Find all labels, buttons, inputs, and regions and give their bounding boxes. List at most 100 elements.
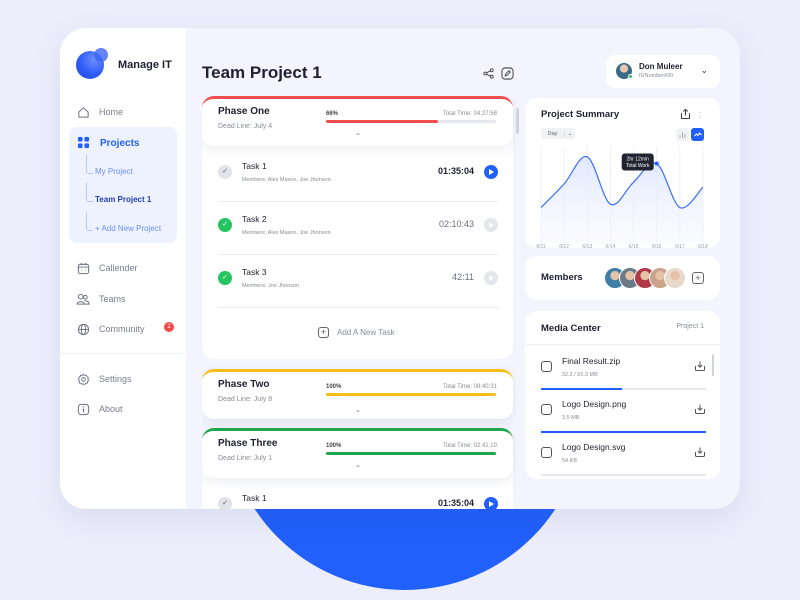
file-progress-fill [541, 431, 706, 433]
sidebar-item-label: Home [99, 107, 124, 117]
app-window: Manage IT Home Projects My Project Team … [60, 28, 740, 509]
sidebar-item-home[interactable]: Home [76, 105, 123, 119]
x-tick-label: 6/13 [582, 244, 592, 248]
phase-progress-label: 66% [326, 111, 339, 117]
user-menu[interactable]: Don Muleer IDNumber#00 ⌄ [606, 55, 720, 88]
sidebar: Manage IT Home Projects My Project Team … [60, 28, 186, 509]
phases-scrollbar[interactable] [516, 108, 519, 134]
sidebar-item-label: Projects [100, 137, 140, 149]
phase-card: Phase Two Dead Line: July 8 100% Total T… [202, 369, 513, 419]
play-icon[interactable] [484, 271, 498, 285]
file-size: 54 KB [562, 458, 577, 464]
phase-progress-label: 100% [326, 384, 342, 390]
phase-progress-fill [326, 393, 496, 396]
task-row: ✓ Task 3 Members: Joe Jhonson 42:11 [218, 255, 498, 308]
members-panel: Members + [525, 256, 720, 300]
file-progress-bar [541, 474, 706, 476]
edit-icon[interactable] [500, 66, 514, 80]
plus-icon: + [318, 327, 329, 338]
member-avatars[interactable] [604, 267, 686, 289]
sidebar-item-about[interactable]: About [76, 402, 123, 416]
download-icon[interactable] [694, 359, 706, 371]
user-name: Don Muleer [639, 62, 683, 71]
work-line-chart: 6/11 6/12 6/13 6/14 6/15 6/16 6/17 6/18 2hr 12m… [536, 146, 708, 248]
tooltip-caption: Total Work [626, 163, 650, 169]
phase-header[interactable]: Phase One Dead Line: July 4 66% Total Ti… [202, 96, 513, 146]
task-name: Task 1 [242, 161, 267, 171]
check-icon[interactable]: ✓ [218, 497, 232, 509]
sidebar-item-label: About [99, 404, 123, 414]
play-icon[interactable] [484, 497, 498, 509]
add-task-button[interactable]: + Add A New Task [318, 327, 395, 338]
share-icon[interactable] [481, 66, 495, 80]
phase-header[interactable]: Phase Two Dead Line: July 8 100% Total T… [202, 369, 513, 419]
calendar-icon [76, 261, 90, 275]
play-icon[interactable] [484, 165, 498, 179]
file-icon [541, 447, 552, 458]
chevron-up-icon[interactable]: ⌃ [352, 132, 364, 141]
file-icon [541, 361, 552, 372]
file-progress-fill [541, 388, 622, 390]
tooltip-value: 2hr 12min [627, 157, 649, 163]
file-item[interactable]: Final Result.zip 32.2 / 65.3 MB [541, 348, 706, 390]
phase-header[interactable]: Phase Three Dead Line: July 1 100% Total… [202, 428, 513, 478]
file-name: Final Result.zip [562, 356, 621, 366]
phase-progress-label: 100% [326, 443, 342, 449]
check-icon[interactable]: ✓ [218, 218, 232, 232]
highlighted-data-point[interactable] [654, 161, 659, 166]
play-icon[interactable] [484, 218, 498, 232]
user-id: IDNumber#00 [639, 73, 674, 79]
task-time: 42:11 [452, 272, 474, 282]
sidebar-item-teams[interactable]: Teams [76, 292, 126, 306]
teams-icon [76, 292, 90, 306]
chevron-down-icon[interactable]: ⌄ [352, 405, 364, 414]
check-icon[interactable]: ✓ [218, 271, 232, 285]
media-divider [525, 344, 720, 345]
download-icon[interactable] [694, 445, 706, 457]
chart-area-fill [541, 156, 703, 243]
chart-tooltip: 2hr 12min Total Work [621, 153, 654, 171]
file-size: 32.2 / 65.3 MB [562, 372, 598, 378]
app-name: Manage IT [118, 59, 172, 71]
globe-icon [76, 322, 90, 336]
sidebar-item-label: Teams [99, 294, 126, 304]
chevron-down-icon[interactable]: ⌄ [700, 65, 708, 76]
sidebar-item-calendar[interactable]: Callender [76, 261, 138, 275]
projects-group: Projects My Project Team Project 1 + Add… [69, 127, 177, 243]
project-link-my-project[interactable]: My Project [86, 155, 133, 176]
task-members: Members: Alex Mason, Joe Jhonson [242, 177, 331, 183]
file-progress-bar [541, 431, 706, 433]
task-time: 01:35:04 [437, 498, 474, 508]
media-scrollbar[interactable] [712, 354, 714, 376]
phase-card: Phase One Dead Line: July 4 66% Total Ti… [202, 96, 513, 359]
member-avatar[interactable] [664, 267, 686, 289]
check-icon[interactable]: ✓ [218, 165, 232, 179]
file-item[interactable]: Logo Design.svg 54 KB [541, 434, 706, 476]
phase-progress-fill [326, 452, 496, 455]
task-row: ✓ Task 1 Members: Alex Mason, Joe Jhonso… [218, 149, 498, 202]
x-tick-label: 6/15 [629, 244, 639, 248]
page-title: Team Project 1 [202, 63, 322, 82]
file-item[interactable]: Logo Design.png 3.5 MB [541, 391, 706, 433]
chevron-up-icon[interactable]: ⌃ [352, 464, 364, 473]
logo-icon [76, 48, 108, 79]
sidebar-item-settings[interactable]: Settings [76, 372, 132, 386]
x-tick-label: 6/14 [606, 244, 616, 248]
add-task-label: Add A New Task [337, 328, 395, 337]
task-time: 02:10:43 [438, 219, 474, 229]
sidebar-item-projects[interactable]: Projects [77, 136, 139, 150]
logo[interactable]: Manage IT [76, 48, 172, 79]
phase-deadline: Dead Line: July 4 [218, 123, 273, 130]
x-tick-label: 6/16 [652, 244, 662, 248]
sidebar-item-community[interactable]: Community [76, 322, 145, 336]
download-icon[interactable] [694, 402, 706, 414]
home-icon [76, 105, 90, 119]
add-member-button[interactable]: + [692, 272, 704, 284]
image-file-icon [541, 404, 552, 415]
phase-total-time: Total Time: 02:41:19 [442, 443, 497, 449]
project-link-team-project-1[interactable]: Team Project 1 [86, 183, 151, 204]
add-new-project-link[interactable]: + Add New Project [86, 212, 161, 233]
community-notification-badge: 2 [164, 322, 174, 332]
task-name: Task 2 [242, 214, 267, 224]
task-members: Members: Alex Mason, Joe Jhonson [242, 230, 331, 236]
